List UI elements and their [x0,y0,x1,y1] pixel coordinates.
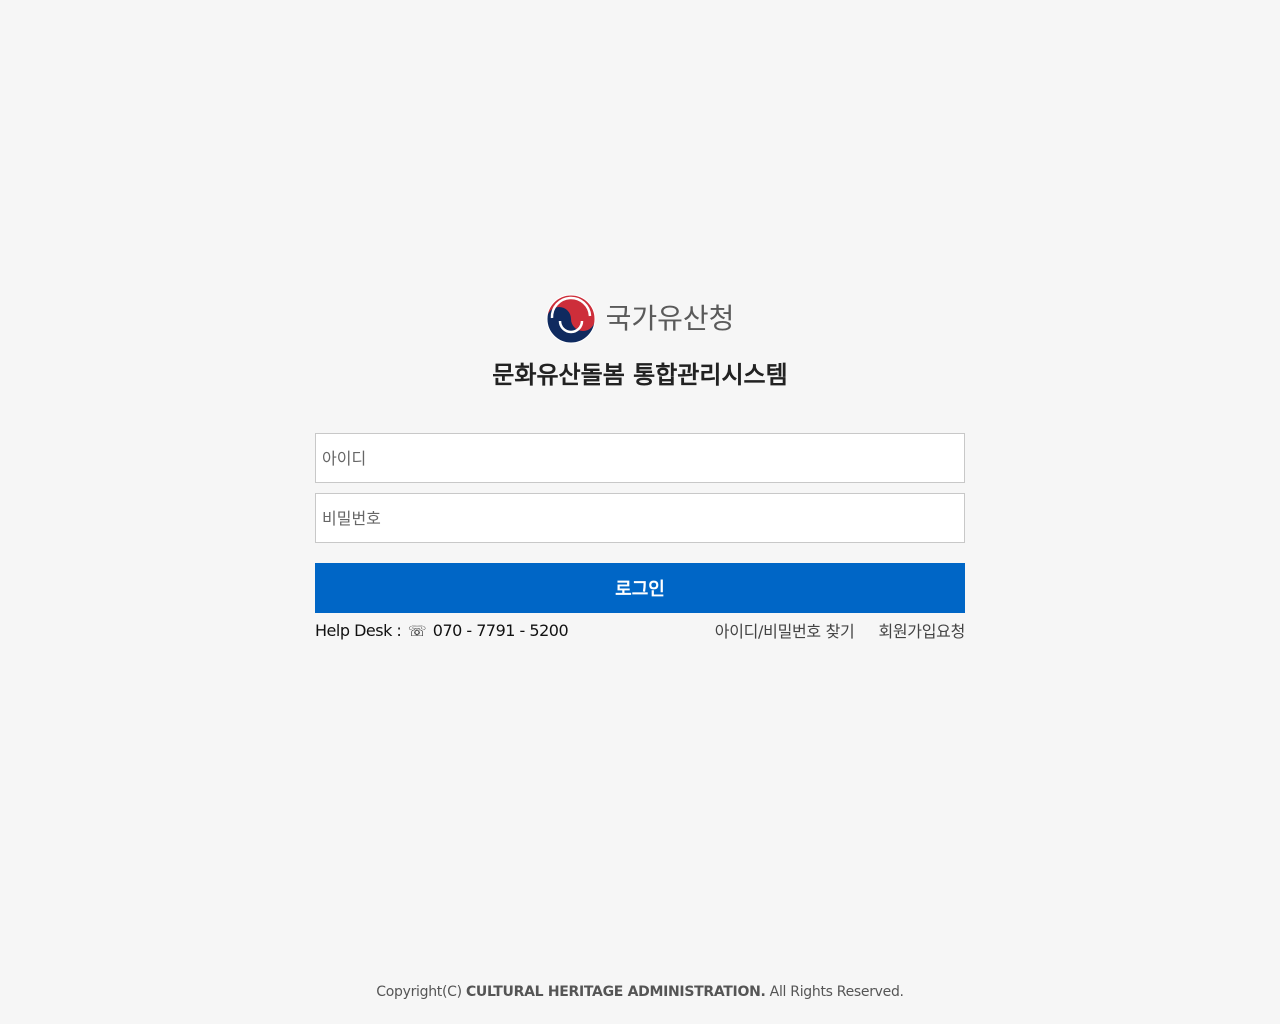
copyright-footer: Copyright(C) CULTURAL HERITAGE ADMINISTR… [0,984,1280,1000]
login-form: 로그인 Help Desk : ☏ 070 - 7791 - 5200 아이디/… [315,433,965,641]
help-desk-label: Help Desk : [315,620,402,640]
login-button[interactable]: 로그인 [315,563,965,613]
copyright-suffix: All Rights Reserved. [765,984,904,1000]
login-footer-row: Help Desk : ☏ 070 - 7791 - 5200 아이디/비밀번호… [315,618,966,642]
copyright-prefix: Copyright(C) [376,984,466,1000]
agency-logo: 국가유산청 [0,294,1280,344]
help-desk-phone: 070 - 7791 - 5200 [432,620,569,640]
page-title: 문화유산돌봄 통합관리시스템 [492,361,788,389]
help-desk-info: Help Desk : ☏ 070 - 7791 - 5200 [315,620,569,640]
taegeuk-logo-icon [546,294,596,344]
phone-icon: ☏ [407,621,427,640]
find-id-password-link[interactable]: 아이디/비밀번호 찾기 [715,618,855,642]
signup-request-link[interactable]: 회원가입요청 [878,618,965,642]
account-links: 아이디/비밀번호 찾기 회원가입요청 [715,618,966,642]
id-input[interactable] [315,433,965,483]
password-input[interactable] [315,493,965,543]
copyright-org: CULTURAL HERITAGE ADMINISTRATION. [465,984,766,1000]
login-page: 국가유산청 문화유산돌봄 통합관리시스템 로그인 Help Desk : ☏ 0… [0,0,1280,1024]
agency-name: 국가유산청 [605,302,735,335]
